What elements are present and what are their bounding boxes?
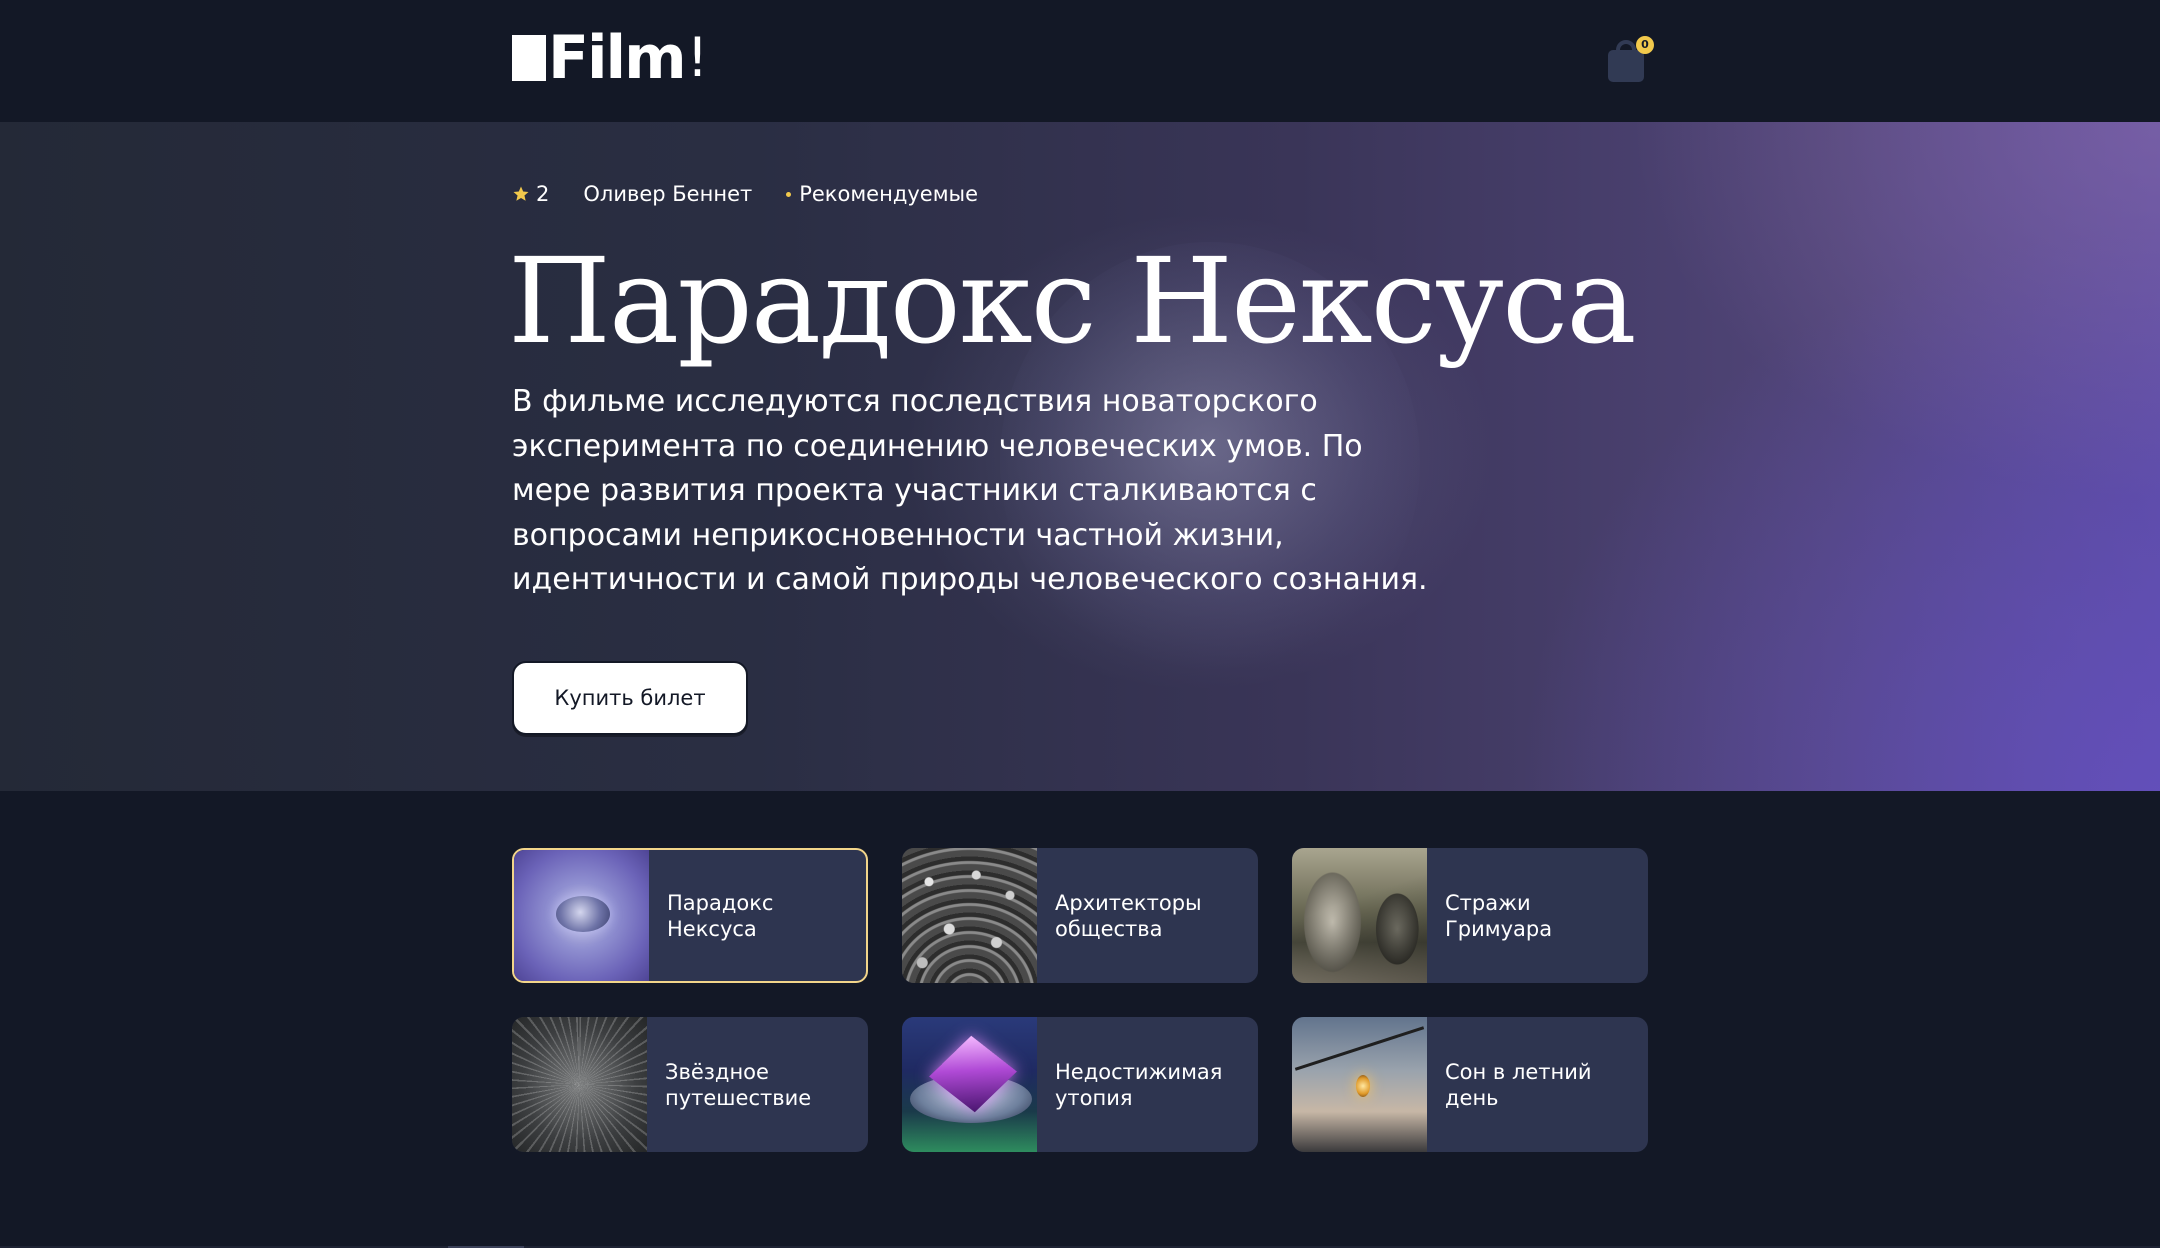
film-card[interactable]: Парадокс Нексуса xyxy=(512,848,868,983)
logo-mark xyxy=(512,35,546,81)
site-header: Film ! 0 xyxy=(0,0,2160,122)
logo-text: Film xyxy=(548,23,687,93)
film-card[interactable]: Стражи Гримуара xyxy=(1292,848,1648,983)
author-name: Оливер Беннет xyxy=(583,182,753,206)
hero-banner: 2 Оливер Беннет Рекомендуемые Парадокс Н… xyxy=(0,122,2160,791)
film-thumbnail xyxy=(1292,848,1427,983)
hero-meta: 2 Оливер Беннет Рекомендуемые xyxy=(512,178,978,210)
hero-description: В фильме исследуются последствия новатор… xyxy=(512,384,1428,597)
film-title: Недостижимая утопия xyxy=(1055,1059,1223,1110)
bullet-dot-icon xyxy=(786,191,792,197)
film-title: Сон в летний день xyxy=(1445,1059,1592,1110)
film-title: Архитекторы общества xyxy=(1055,890,1202,941)
film-grid: Парадокс Нексуса Архитекторы общества Ст… xyxy=(512,848,1648,1152)
star-icon xyxy=(513,186,529,201)
film-thumbnail xyxy=(514,850,649,981)
film-title: Парадокс Нексуса xyxy=(667,890,774,941)
rating-value: 2 xyxy=(536,182,550,206)
cart-count-badge: 0 xyxy=(1636,36,1654,54)
film-thumbnail xyxy=(902,1017,1037,1152)
film-thumbnail xyxy=(512,1017,647,1152)
cart-button[interactable]: 0 xyxy=(1604,36,1654,84)
category-tag: Рекомендуемые xyxy=(799,182,979,206)
film-title: Звёздное путешествие xyxy=(665,1059,812,1110)
film-card[interactable]: Сон в летний день xyxy=(1292,1017,1648,1152)
film-card[interactable]: Недостижимая утопия xyxy=(902,1017,1258,1152)
hero-title: Парадокс Нексуса xyxy=(508,232,1637,370)
buy-ticket-button[interactable]: Купить билет xyxy=(512,661,748,735)
film-card[interactable]: Архитекторы общества xyxy=(902,848,1258,983)
site-logo[interactable]: Film ! xyxy=(512,28,708,88)
film-title: Стражи Гримуара xyxy=(1445,890,1553,941)
logo-exclamation: ! xyxy=(686,26,709,89)
film-card[interactable]: Звёздное путешествие xyxy=(512,1017,868,1152)
film-thumbnail xyxy=(1292,1017,1427,1152)
film-thumbnail xyxy=(902,848,1037,983)
